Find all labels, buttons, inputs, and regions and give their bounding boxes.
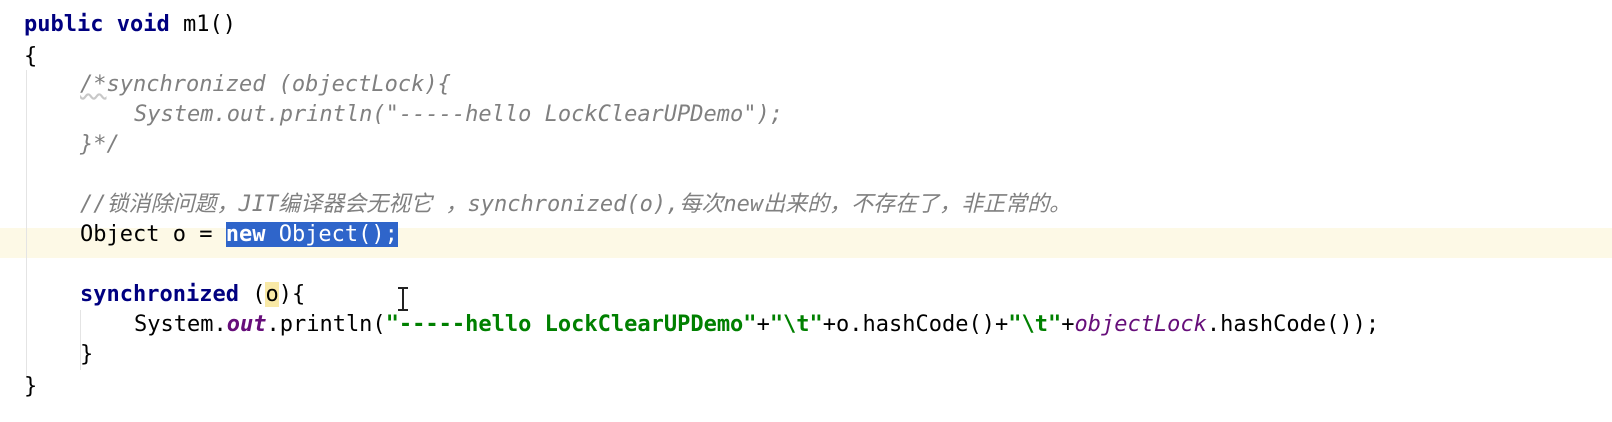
code-line-4[interactable]: System.out.println("-----hello LockClear… (134, 100, 783, 130)
indent-guide (26, 70, 27, 376)
method-signature: m1() (169, 12, 236, 37)
code-token: System. (134, 312, 227, 337)
code-token: .println( (266, 312, 386, 337)
matched-variable: o (265, 282, 279, 307)
comment-start: /* (80, 72, 107, 97)
code-editor[interactable]: public void m1() { /*synchronized (objec… (0, 0, 1612, 422)
code-line-5[interactable]: }*/ (80, 130, 120, 160)
code-line-2[interactable]: { (24, 42, 37, 72)
selected-constructor: Object(); (265, 222, 398, 247)
brace-close: } (24, 374, 38, 399)
code-line-7[interactable]: Object o = new Object(); (80, 220, 398, 250)
string-literal: "-----hello LockClearUPDemo" (385, 312, 757, 337)
code-line-10[interactable]: } (80, 340, 93, 370)
code-line-11[interactable]: } (24, 372, 37, 402)
line-comment: //锁消除问题，JIT编译器会无视它 ，synchronized(o),每次ne… (80, 192, 1072, 217)
code-line-1[interactable]: public void m1() (24, 10, 236, 40)
brace-close: } (80, 342, 94, 367)
string-literal: "\t" (769, 312, 823, 337)
i-beam-icon (398, 287, 408, 311)
comment-text: System.out.println("-----hello LockClear… (134, 102, 784, 127)
code-token: +o.hashCode()+ (822, 312, 1009, 337)
paren-open: ( (238, 282, 266, 307)
code-line-9[interactable]: System.out.println("-----hello LockClear… (134, 310, 1379, 340)
keyword-new: new (225, 222, 266, 247)
keyword-public: public (24, 12, 104, 37)
code-token: + (756, 312, 770, 337)
comment-end: }*/ (80, 132, 120, 157)
selected-text[interactable]: new Object(); (225, 222, 398, 247)
code-line-6[interactable]: //锁消除问题，JIT编译器会无视它 ，synchronized(o),每次ne… (80, 190, 1071, 220)
code-token: + (1061, 312, 1075, 337)
keyword-synchronized: synchronized (80, 282, 239, 307)
code-line-8[interactable]: synchronized (o){ (80, 280, 305, 310)
comment-text: synchronized (objectLock){ (106, 72, 451, 97)
instance-field: objectLock (1074, 312, 1207, 337)
code-line-3[interactable]: /*synchronized (objectLock){ (80, 70, 451, 100)
static-field: out (226, 312, 267, 337)
code-token: .hashCode()); (1206, 312, 1380, 337)
keyword-void: void (116, 12, 170, 37)
brace-open: { (24, 44, 38, 69)
paren-close: ){ (278, 282, 306, 307)
string-literal: "\t" (1008, 312, 1062, 337)
declaration: Object o = (80, 222, 226, 247)
